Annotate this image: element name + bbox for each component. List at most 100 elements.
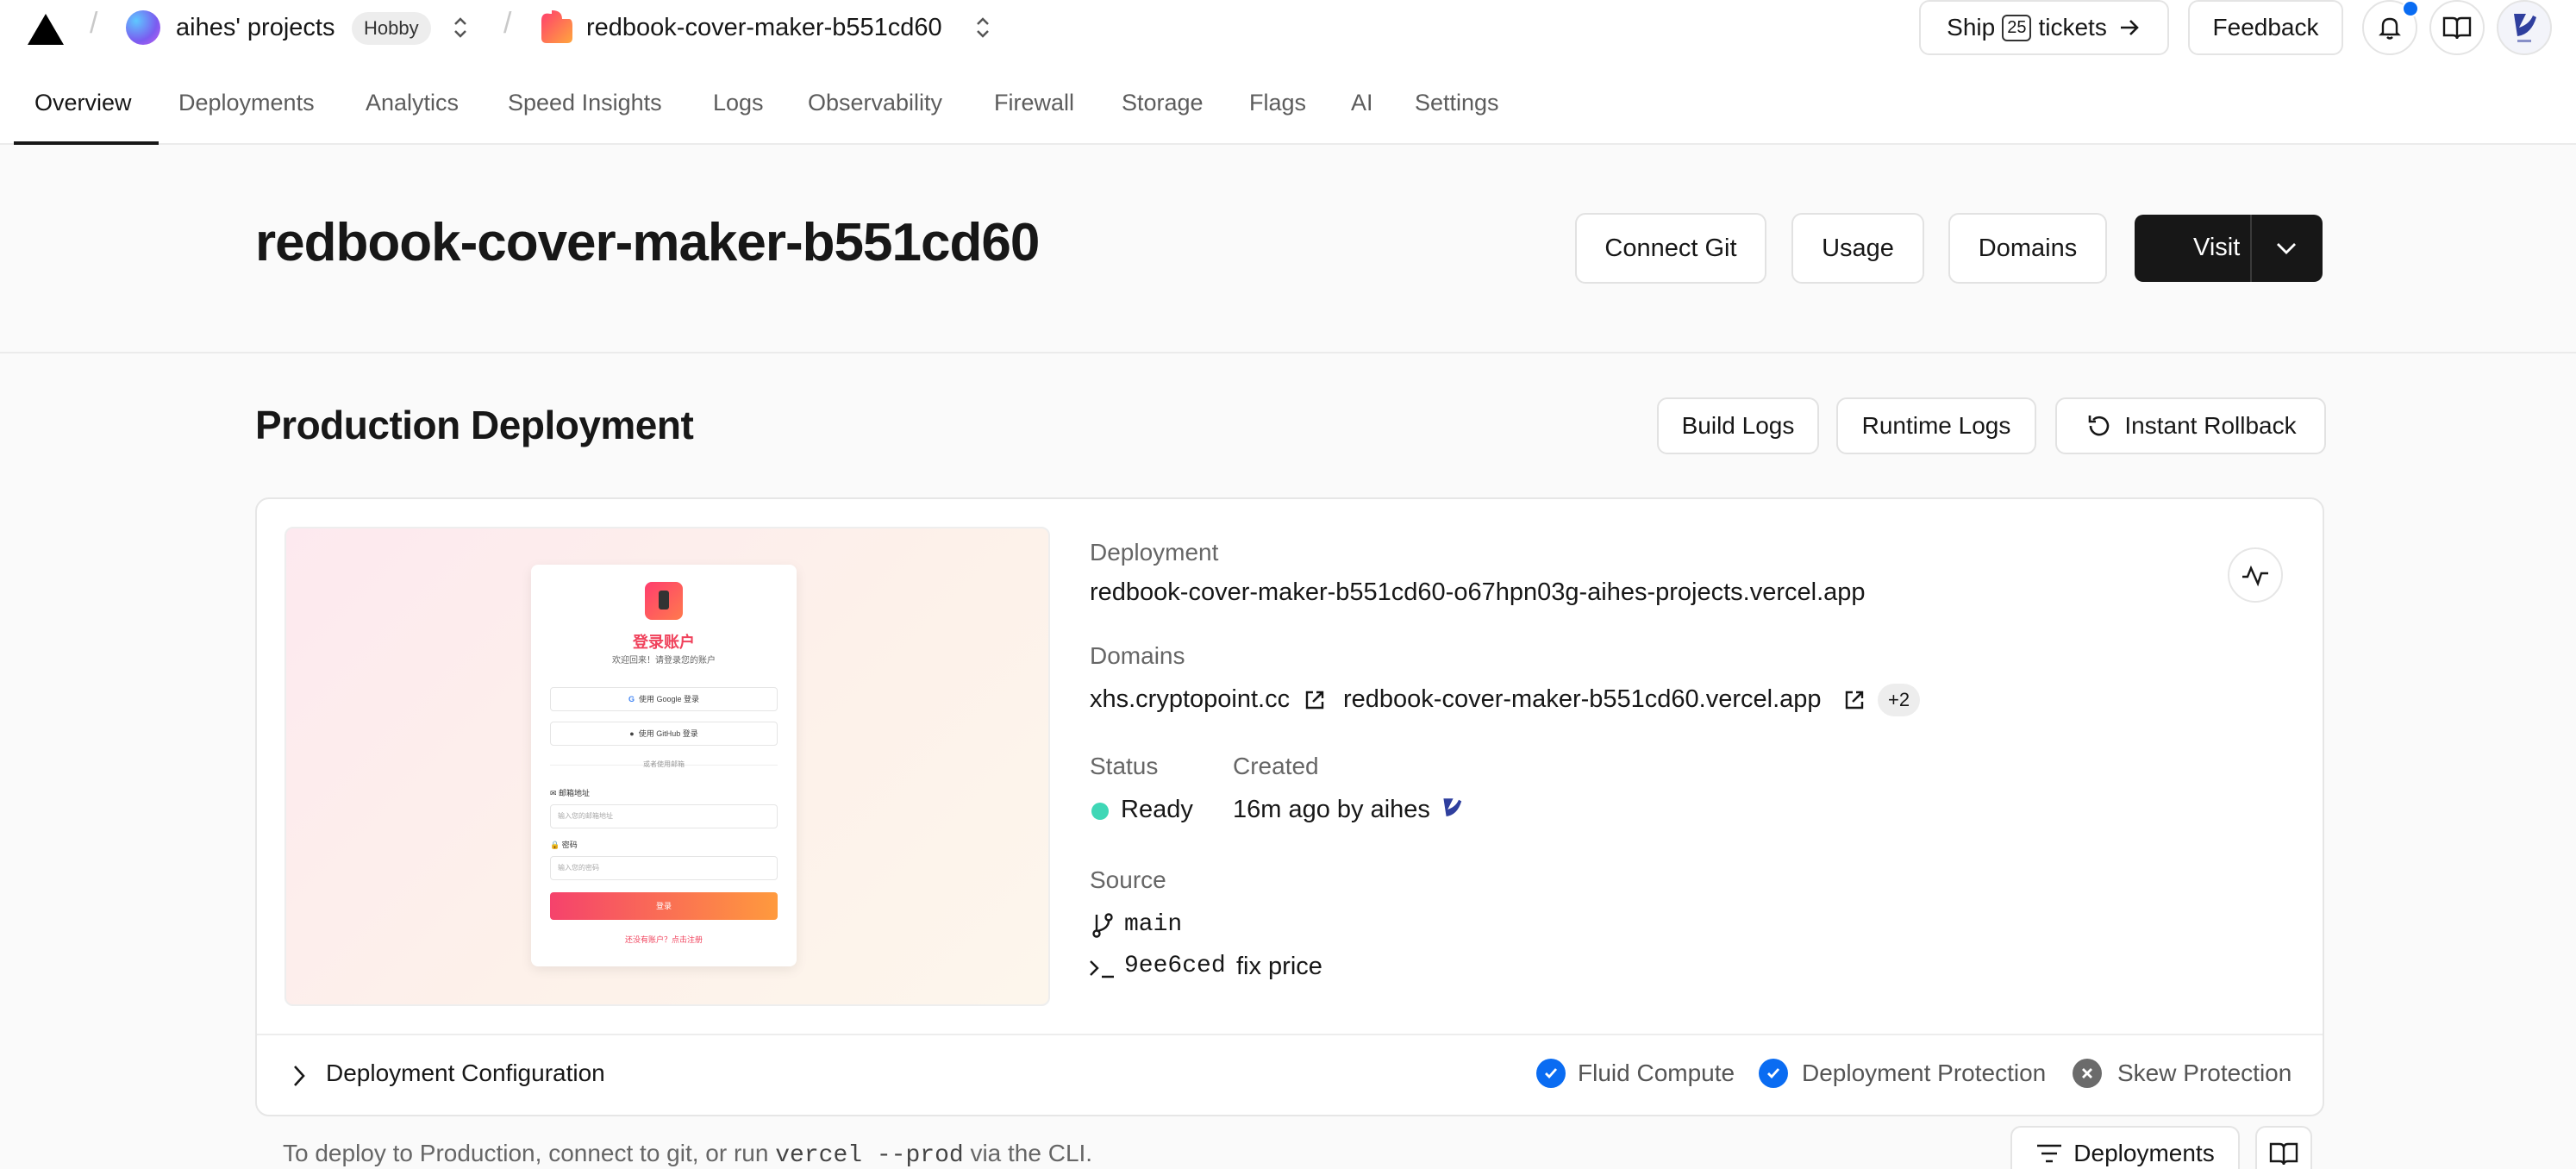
check-circle-icon — [1759, 1059, 1788, 1088]
notification-dot — [2402, 0, 2419, 17]
preview-subtitle: 欢迎回来！请登录您的账户 — [612, 656, 716, 666]
deployments-button-label: Deployments — [2073, 1140, 2215, 1166]
visit-divider — [2250, 215, 2252, 282]
tab-overview[interactable]: Overview — [34, 90, 132, 116]
preview-login-card: 登录账户 欢迎回来！请登录您的账户 G 使用 Google 登录 ● 使用 Gi… — [531, 565, 797, 966]
deploy-hint-suffix: via the CLI. — [970, 1140, 1093, 1166]
section-title: Production Deployment — [255, 403, 694, 447]
tab-observability[interactable]: Observability — [808, 90, 942, 116]
top-navigation-bar: / aihes' projects Hobby / redbook-cover-… — [0, 0, 2576, 145]
deployment-label: Deployment — [1090, 539, 1219, 566]
preview-github-button: ● 使用 GitHub 登录 — [550, 722, 778, 746]
bell-icon — [2379, 17, 2401, 40]
activity-button[interactable] — [2228, 547, 2283, 603]
user-avatar-logo-icon — [2514, 14, 2536, 42]
user-avatar[interactable] — [2497, 0, 2552, 55]
tab-ai[interactable]: AI — [1351, 90, 1373, 116]
feedback-button[interactable]: Feedback — [2188, 0, 2343, 55]
tab-firewall[interactable]: Firewall — [994, 90, 1074, 116]
status-ready-dot — [1091, 803, 1109, 820]
feature-deployment-protection: Deployment Protection — [1802, 1060, 2047, 1086]
deploy-hint-command: vercel --prod — [775, 1142, 964, 1169]
preview-register-link: 还没有账户？点击注册 — [624, 935, 703, 944]
status-badge: Ready — [1121, 796, 1193, 823]
preview-password-field: 输入您的密码 — [550, 856, 778, 880]
deployment-configuration-label: Deployment Configuration — [326, 1060, 605, 1086]
status-label: Status — [1090, 753, 1159, 779]
vercel-logo-icon[interactable] — [28, 14, 64, 45]
preview-google-button: G 使用 Google 登录 — [550, 687, 778, 711]
commit-terminal-icon — [1090, 960, 1114, 978]
docs-button[interactable] — [2429, 0, 2485, 55]
team-name[interactable]: aihes' projects — [176, 14, 335, 42]
external-link-icon — [1305, 691, 1324, 710]
commit-hash[interactable]: 9ee6ced — [1124, 953, 1226, 979]
tab-logs[interactable]: Logs — [713, 90, 764, 116]
external-link-icon — [1845, 691, 1864, 710]
source-label: Source — [1090, 866, 1166, 893]
deployments-button[interactable]: Deployments — [2010, 1126, 2240, 1169]
created-label: Created — [1233, 753, 1319, 779]
project-switcher-chevron-icon[interactable] — [972, 12, 993, 43]
domains-label: Domains — [1090, 642, 1185, 669]
tab-analytics[interactable]: Analytics — [366, 90, 459, 116]
book-open-icon — [2269, 1142, 2298, 1166]
docs-small-button[interactable] — [2255, 1126, 2312, 1169]
rollback-icon — [2089, 416, 2110, 436]
usage-button[interactable]: Usage — [1791, 213, 1924, 284]
instant-rollback-button[interactable]: Instant Rollback — [2055, 397, 2326, 454]
deploy-hint-prefix: To deploy to Production, connect to git,… — [283, 1140, 769, 1166]
x-circle-icon — [2073, 1059, 2102, 1088]
arrow-right-icon — [2120, 20, 2139, 35]
tab-flags[interactable]: Flags — [1249, 90, 1306, 116]
preview-email-label: ✉ 邮箱地址 — [550, 789, 591, 797]
tickets-label: tickets — [2038, 14, 2107, 41]
activity-pulse-icon — [2242, 565, 2268, 587]
preview-divider-text: 或者使用邮箱 — [643, 760, 685, 768]
preview-email-field: 输入您的邮箱地址 — [550, 804, 778, 828]
deployment-url-link[interactable]: redbook-cover-maker-b551cd60-o67hpn03g-a… — [1090, 578, 1866, 607]
preview-password-label: 🔒 密码 — [550, 841, 578, 849]
tab-storage[interactable]: Storage — [1122, 90, 1204, 116]
project-favicon-icon — [541, 10, 572, 43]
runtime-logs-button[interactable]: Runtime Logs — [1836, 397, 2036, 454]
project-name[interactable]: redbook-cover-maker-b551cd60 — [586, 14, 942, 42]
filter-lines-icon — [2037, 1144, 2062, 1163]
deployment-preview[interactable]: 登录账户 欢迎回来！请登录您的账户 G 使用 Google 登录 ● 使用 Gi… — [284, 527, 1050, 1006]
feature-fluid-compute: Fluid Compute — [1578, 1060, 1735, 1086]
plan-badge: Hobby — [352, 12, 431, 45]
page-title: redbook-cover-maker-b551cd60 — [255, 213, 1040, 272]
ship-tickets-button[interactable]: Ship 25 tickets — [1919, 0, 2169, 55]
tab-settings[interactable]: Settings — [1415, 90, 1499, 116]
check-circle-icon — [1536, 1059, 1566, 1088]
breadcrumb-separator: / — [90, 7, 98, 40]
git-branch-icon — [1092, 913, 1113, 938]
chevron-right-icon[interactable] — [288, 1063, 309, 1089]
created-value: 16m ago by aihes — [1233, 796, 1430, 823]
chevron-down-icon[interactable] — [2273, 237, 2300, 259]
book-open-icon — [2442, 16, 2472, 40]
deployment-card: 登录账户 欢迎回来！请登录您的账户 G 使用 Google 登录 ● 使用 Gi… — [255, 497, 2324, 1116]
visit-button[interactable]: Visit — [2135, 215, 2323, 282]
tab-deployments[interactable]: Deployments — [178, 90, 315, 116]
team-avatar[interactable] — [126, 10, 160, 45]
ship-label: Ship — [1947, 14, 1996, 41]
domain-link[interactable]: redbook-cover-maker-b551cd60.vercel.app — [1343, 685, 1822, 714]
ship-count-badge: 25 — [2002, 14, 2032, 41]
domain-link[interactable]: xhs.cryptopoint.cc — [1090, 685, 1290, 714]
more-domains-badge[interactable]: +2 — [1878, 684, 1921, 716]
feature-skew-protection: Skew Protection — [2117, 1060, 2292, 1086]
preview-login-button: 登录 — [550, 892, 778, 920]
visit-label: Visit — [2193, 234, 2241, 261]
connect-git-button[interactable]: Connect Git — [1575, 213, 1766, 284]
branch-name[interactable]: main — [1124, 911, 1182, 938]
team-switcher-chevron-icon[interactable] — [450, 12, 471, 43]
preview-title: 登录账户 — [633, 634, 695, 651]
domains-button[interactable]: Domains — [1948, 213, 2107, 284]
preview-app-logo — [645, 582, 683, 620]
creator-avatar-icon — [1443, 798, 1462, 816]
commit-message: fix price — [1236, 953, 1322, 980]
build-logs-button[interactable]: Build Logs — [1657, 397, 1819, 454]
deploy-hint: To deploy to Production, connect to git,… — [283, 1140, 1092, 1169]
tab-speed-insights[interactable]: Speed Insights — [508, 90, 662, 116]
